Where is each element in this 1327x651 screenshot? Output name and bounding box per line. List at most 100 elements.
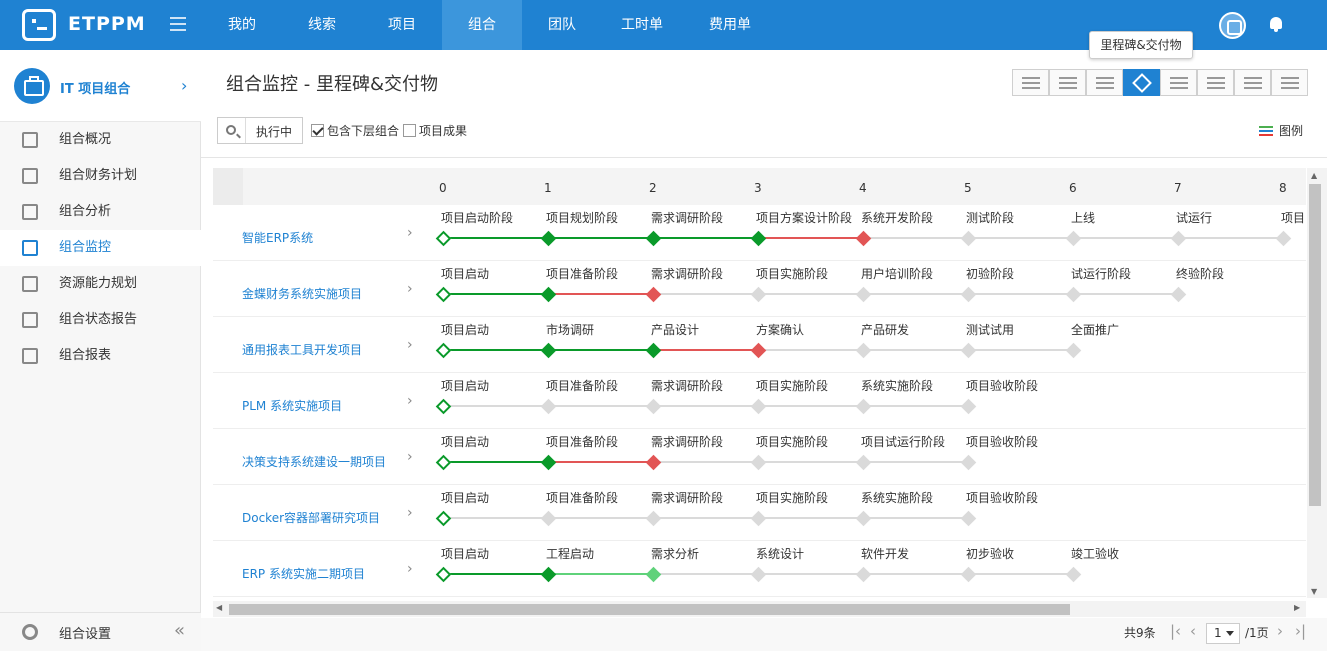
chevron-right-icon[interactable]: › (407, 337, 413, 353)
milestone-label[interactable]: 产品研发 (861, 321, 909, 338)
status-filter[interactable]: 执行中 (217, 117, 303, 144)
milestone-label[interactable]: 项目 (1281, 209, 1305, 226)
etppm-logo-icon[interactable] (22, 9, 56, 41)
gear-icon[interactable] (22, 624, 38, 640)
sidebar-item-2[interactable]: 组合分析 (0, 194, 201, 230)
chevron-right-icon[interactable]: › (407, 225, 413, 241)
scroll-up-icon[interactable]: ▲ (1311, 171, 1317, 180)
milestone-label[interactable]: 工程启动 (546, 545, 594, 562)
milestone-label[interactable]: 项目验收阶段 (966, 489, 1038, 506)
milestone-label[interactable]: 测试阶段 (966, 209, 1014, 226)
gantt-view-icon[interactable] (1049, 69, 1086, 96)
milestone-label[interactable]: 项目规划阶段 (546, 209, 618, 226)
milestone-label[interactable]: 项目启动阶段 (441, 209, 513, 226)
sidebar-item-4[interactable]: 资源能力规划 (0, 266, 201, 302)
chevron-right-icon[interactable]: › (407, 281, 413, 297)
nav-item-5[interactable]: 工时单 (602, 0, 682, 50)
milestone-label[interactable]: 上线 (1071, 209, 1095, 226)
milestone-label[interactable]: 试运行 (1176, 209, 1212, 226)
sidebar-item-6[interactable]: 组合报表 (0, 338, 201, 374)
project-results-checkbox[interactable] (403, 124, 416, 137)
milestone-view-icon[interactable] (1123, 69, 1160, 96)
milestone-label[interactable]: 需求调研阶段 (651, 433, 723, 450)
alert-icon[interactable] (1234, 69, 1271, 96)
first-page-icon[interactable]: |‹ (1170, 622, 1181, 640)
milestone-label[interactable]: 项目验收阶段 (966, 377, 1038, 394)
nav-item-2[interactable]: 项目 (362, 0, 442, 50)
milestone-label[interactable]: 系统实施阶段 (861, 489, 933, 506)
milestone-label[interactable]: 项目启动 (441, 321, 489, 338)
milestone-label[interactable]: 测试试用 (966, 321, 1014, 338)
brand-name[interactable]: ETPPM (68, 13, 146, 35)
milestone-label[interactable]: 项目启动 (441, 489, 489, 506)
chevron-right-icon[interactable]: › (407, 561, 413, 577)
milestone-label[interactable]: 试运行阶段 (1071, 265, 1131, 282)
milestone-label[interactable]: 项目实施阶段 (756, 433, 828, 450)
task-view-icon[interactable] (1086, 69, 1123, 96)
milestone-label[interactable]: 项目实施阶段 (756, 265, 828, 282)
project-name-link[interactable]: 决策支持系统建设一期项目 (242, 453, 386, 470)
collapse-sidebar-icon[interactable]: « (174, 620, 185, 641)
milestone-label[interactable]: 市场调研 (546, 321, 594, 338)
chevron-right-icon[interactable]: › (407, 393, 413, 409)
milestone-label[interactable]: 终验阶段 (1176, 265, 1224, 282)
milestone-label[interactable]: 需求调研阶段 (651, 209, 723, 226)
list-view-icon[interactable] (1012, 69, 1049, 96)
next-page-icon[interactable]: › (1277, 622, 1283, 640)
nav-item-1[interactable]: 线索 (282, 0, 362, 50)
project-name-link[interactable]: ERP 系统实施二期项目 (242, 565, 365, 582)
vertical-scroll-thumb[interactable] (1309, 184, 1321, 506)
page-select[interactable]: 1 (1206, 623, 1240, 644)
project-results-label[interactable]: 项目成果 (419, 122, 467, 139)
milestone-label[interactable]: 项目方案设计阶段 (756, 209, 852, 226)
milestone-label[interactable]: 项目验收阶段 (966, 433, 1038, 450)
project-name-link[interactable]: 智能ERP系统 (242, 229, 313, 246)
bell-icon[interactable] (1270, 17, 1282, 32)
portfolio-selector[interactable]: IT 项目组合 › (0, 50, 201, 122)
scroll-down-icon[interactable]: ▼ (1311, 587, 1317, 596)
milestone-label[interactable]: 项目启动 (441, 545, 489, 562)
progress-view-icon[interactable] (1160, 69, 1197, 96)
milestone-label[interactable]: 系统实施阶段 (861, 377, 933, 394)
nav-item-0[interactable]: 我的 (202, 0, 282, 50)
milestone-label[interactable]: 项目准备阶段 (546, 377, 618, 394)
milestone-label[interactable]: 方案确认 (756, 321, 804, 338)
milestone-label[interactable]: 需求调研阶段 (651, 265, 723, 282)
legend-icon[interactable] (1259, 126, 1273, 136)
milestone-label[interactable]: 系统开发阶段 (861, 209, 933, 226)
milestone-label[interactable]: 初验阶段 (966, 265, 1014, 282)
sidebar-item-5[interactable]: 组合状态报告 (0, 302, 201, 338)
horizontal-scroll-thumb[interactable] (229, 604, 1070, 615)
avatar[interactable] (1219, 12, 1246, 39)
milestone-label[interactable]: 项目启动 (441, 377, 489, 394)
milestone-label[interactable]: 竣工验收 (1071, 545, 1119, 562)
sidebar-item-0[interactable]: 组合概况 (0, 122, 201, 158)
chevron-right-icon[interactable]: › (181, 76, 187, 95)
milestone-label[interactable]: 项目准备阶段 (546, 489, 618, 506)
milestone-label[interactable]: 项目实施阶段 (756, 489, 828, 506)
project-name-link[interactable]: Docker容器部署研究项目 (242, 509, 380, 526)
milestone-label[interactable]: 项目准备阶段 (546, 265, 618, 282)
milestone-label[interactable]: 项目实施阶段 (756, 377, 828, 394)
milestone-label[interactable]: 全面推广 (1071, 321, 1119, 338)
legend-button[interactable]: 图例 (1279, 122, 1303, 139)
milestone-label[interactable]: 用户培训阶段 (861, 265, 933, 282)
sidebar-settings[interactable]: 组合设置 « (0, 612, 201, 651)
sidebar-item-1[interactable]: 组合财务计划 (0, 158, 201, 194)
milestone-label[interactable]: 需求分析 (651, 545, 699, 562)
milestone-label[interactable]: 需求调研阶段 (651, 377, 723, 394)
prev-page-icon[interactable]: ‹ (1190, 622, 1196, 640)
project-name-link[interactable]: 金蝶财务系统实施项目 (242, 285, 362, 302)
status-filter-value[interactable]: 执行中 (256, 123, 292, 140)
include-sub-checkbox[interactable] (311, 124, 324, 137)
sidebar-item-3[interactable]: 组合监控 (0, 230, 201, 266)
settings-label[interactable]: 组合设置 (59, 623, 111, 642)
project-name-link[interactable]: PLM 系统实施项目 (242, 397, 342, 414)
milestone-label[interactable]: 初步验收 (966, 545, 1014, 562)
milestone-label[interactable]: 项目准备阶段 (546, 433, 618, 450)
milestone-label[interactable]: 系统设计 (756, 545, 804, 562)
milestone-label[interactable]: 产品设计 (651, 321, 699, 338)
search-icon[interactable] (226, 125, 236, 135)
milestone-label[interactable]: 项目启动 (441, 433, 489, 450)
milestone-label[interactable]: 软件开发 (861, 545, 909, 562)
